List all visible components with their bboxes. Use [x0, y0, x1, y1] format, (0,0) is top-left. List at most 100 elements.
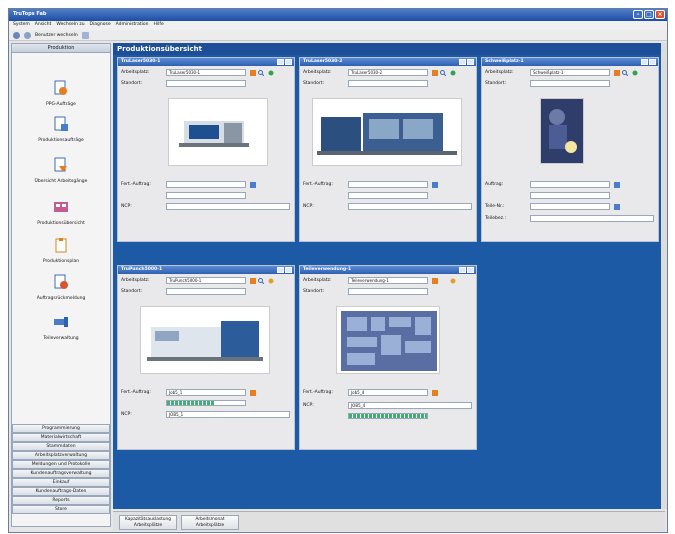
order-icon[interactable]: [432, 182, 438, 188]
teilebez-field[interactable]: [530, 215, 654, 222]
refresh-icon[interactable]: [13, 31, 20, 39]
menu-system[interactable]: System: [13, 22, 30, 29]
section-store[interactable]: Store: [12, 505, 110, 514]
vertical-scrollbar[interactable]: [661, 43, 667, 509]
minimize-icon[interactable]: –: [633, 10, 643, 19]
tab-arbeitsmonat[interactable]: Arbeitsmonat Arbeitsplätze: [181, 515, 239, 530]
close-panel-icon[interactable]: [649, 59, 656, 65]
ncp-label: NCP:: [303, 403, 314, 408]
menu-diagnose[interactable]: Diagnose: [90, 22, 111, 29]
restore-icon[interactable]: [277, 59, 284, 65]
arbeitsplatz-field[interactable]: TruPunch5000-1: [166, 277, 246, 284]
standort-field[interactable]: [348, 80, 428, 87]
clipboard-icon: [55, 238, 67, 253]
ncp-field[interactable]: JOB5_4: [348, 402, 472, 409]
ncp-label: NCP:: [121, 204, 132, 209]
section-kundenauftrags-daten[interactable]: Kundenauftrags-Daten: [12, 487, 110, 496]
close-panel-icon[interactable]: [467, 59, 474, 65]
restore-icon[interactable]: [277, 267, 284, 273]
parts-layout-image: [336, 306, 440, 374]
sidebar-item-ppg-auftraege[interactable]: PPG-Aufträge: [12, 80, 110, 107]
welding-image: [540, 98, 584, 164]
section-einkauf[interactable]: Einkauf: [12, 478, 110, 487]
ncp-field[interactable]: [166, 203, 290, 210]
restore-icon[interactable]: [459, 59, 466, 65]
ncp-field[interactable]: [348, 203, 472, 210]
sidebar-item-produktionsuebersicht[interactable]: Produktionsübersicht: [12, 199, 110, 226]
menu-ansicht[interactable]: Ansicht: [35, 22, 52, 29]
tab-kapazitaetsauslastung[interactable]: Kapazitätsauslastung Arbeitsplätze: [119, 515, 177, 530]
close-panel-icon[interactable]: [285, 267, 292, 273]
arbeitsplatz-field[interactable]: Schweißplatz-1: [530, 69, 610, 76]
sidebar-item-auftragsrueckmeldung[interactable]: Auftragsrückmeldung: [12, 274, 110, 301]
sidebar-item-label: Produktionsplan: [42, 259, 80, 264]
section-reports[interactable]: Reports: [12, 496, 110, 505]
close-panel-icon[interactable]: [285, 59, 292, 65]
restore-icon[interactable]: [641, 59, 648, 65]
standort-label: Standort:: [485, 81, 506, 86]
search-icon[interactable]: [440, 70, 446, 76]
order-icon[interactable]: [250, 390, 256, 396]
close-panel-icon[interactable]: [467, 267, 474, 273]
search-icon[interactable]: [258, 278, 264, 284]
print-icon[interactable]: [81, 31, 89, 39]
panel-header: Teileverwendung-1: [300, 266, 476, 274]
search-icon[interactable]: [258, 70, 264, 76]
status-ok-icon: [632, 70, 638, 76]
order-icon[interactable]: [250, 182, 256, 188]
app-window: TruTops Fab – □ × System Ansicht Wechsel…: [8, 8, 668, 533]
sidebar-header[interactable]: Produktion: [12, 44, 110, 53]
standort-field[interactable]: [166, 288, 246, 295]
fert-auftrag-field[interactable]: Job5_1: [166, 389, 246, 396]
sidebar-item-teileverwaltung[interactable]: Teileverwaltung: [12, 314, 110, 341]
standort-field[interactable]: [348, 288, 428, 295]
order-icon[interactable]: [432, 390, 438, 396]
section-meldungen[interactable]: Meldungen und Protokolle: [12, 460, 110, 469]
section-materialwirtschaft[interactable]: Materialwirtschaft: [12, 433, 110, 442]
restore-icon[interactable]: [459, 267, 466, 273]
fert-auftrag-field[interactable]: [348, 181, 428, 188]
auftrag-field[interactable]: [530, 181, 610, 188]
section-kundenauftragsverwaltung[interactable]: Kundenauftragsverwaltung: [12, 469, 110, 478]
progress-field: [166, 192, 246, 199]
section-programmierung[interactable]: Programmierung: [12, 424, 110, 433]
sidebar-item-produktionsplan[interactable]: Produktionsplan: [12, 237, 110, 264]
search-icon[interactable]: [622, 70, 628, 76]
machine-icon[interactable]: [432, 70, 438, 76]
arbeitsplatz-field[interactable]: TruLaser5030-2: [348, 69, 428, 76]
fert-auftrag-field[interactable]: [166, 181, 246, 188]
maximize-icon[interactable]: □: [644, 10, 654, 19]
order-icon[interactable]: [614, 182, 620, 188]
standort-field[interactable]: [166, 80, 246, 87]
panel-header: TruPunch5000-1: [118, 266, 294, 274]
machine-icon[interactable]: [250, 278, 256, 284]
fert-auftrag-field[interactable]: Job5_4: [348, 389, 428, 396]
ncp-label: NCP:: [303, 204, 314, 209]
part-icon[interactable]: [614, 204, 620, 210]
section-arbeitsplatzverwaltung[interactable]: Arbeitsplatzverwaltung: [12, 451, 110, 460]
arbeitsplatz-label: Arbeitsplatz:: [121, 70, 150, 75]
page-title: Produktionsübersicht: [113, 43, 665, 55]
section-stammdaten[interactable]: Stammdaten: [12, 442, 110, 451]
arbeitsplatz-field[interactable]: Teileverwendung-1: [348, 277, 428, 284]
close-icon[interactable]: ×: [655, 10, 665, 19]
menu-hilfe[interactable]: Hilfe: [154, 22, 164, 29]
standort-label: Standort:: [121, 289, 142, 294]
switch-user-button[interactable]: Benutzer wechseln: [35, 33, 78, 38]
menu-wechseln-zu[interactable]: Wechseln zu: [56, 22, 84, 29]
machine-icon[interactable]: [614, 70, 620, 76]
panel-title: Schweißplatz-1: [485, 59, 524, 64]
job-progress-bar: [348, 413, 428, 419]
arbeitsplatz-field[interactable]: TruLaser5030-1: [166, 69, 246, 76]
teile-nr-field[interactable]: [530, 203, 610, 210]
parts-management-icon: [54, 317, 68, 327]
standort-label: Standort:: [303, 81, 324, 86]
machine-icon[interactable]: [250, 70, 256, 76]
user-icon[interactable]: [24, 31, 31, 39]
sidebar-item-uebersicht-arbeitsgaenge[interactable]: Übersicht Arbeitsgänge: [12, 157, 110, 184]
sidebar-item-produktionsauftraege[interactable]: Produktionsaufträge: [12, 116, 110, 143]
machine-icon[interactable]: [432, 278, 438, 284]
standort-field[interactable]: [530, 80, 610, 87]
menu-administration[interactable]: Administration: [116, 22, 149, 29]
ncp-field[interactable]: JOB5_1: [166, 411, 290, 418]
